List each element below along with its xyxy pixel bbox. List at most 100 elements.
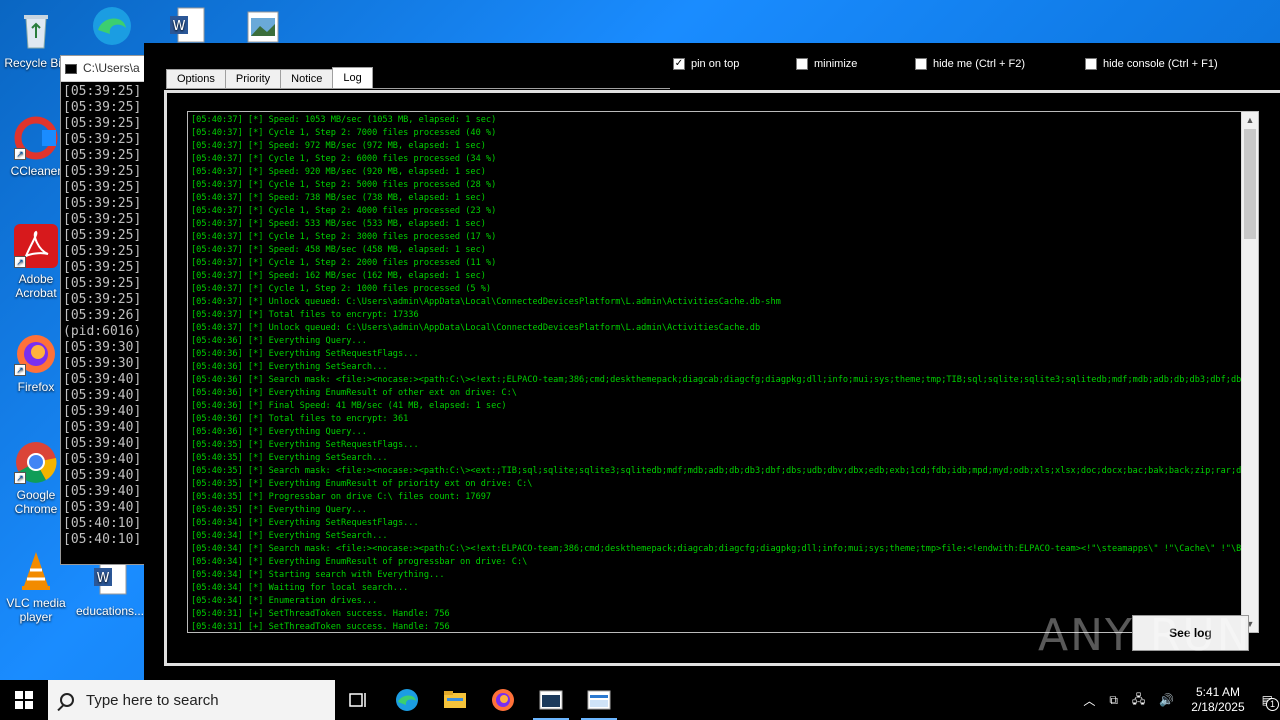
pin-on-top-label: pin on top (691, 58, 740, 70)
pin-on-top-checkbox[interactable]: ✓ pin on top (673, 58, 739, 70)
console-line: [05:39:40] (63, 436, 142, 451)
log-scrollbar[interactable]: ▲ ▼ (1241, 112, 1258, 632)
console-line: [05:39:40] (63, 420, 142, 435)
notification-count: 1 (1266, 698, 1279, 711)
log-line: [05:40:36] [*] Everything Query... (191, 427, 367, 437)
log-textbox[interactable]: [05:40:37] [*] Speed: 1053 MB/sec (1053 … (187, 111, 1259, 633)
log-line: [05:40:36] [*] Everything Query... (191, 336, 367, 346)
taskbar: Type here to search ︿ ⧉ 🖧 🔊 5:41 AM 2/18… (0, 680, 1280, 720)
log-line: [05:40:34] [*] Waiting for local search.… (191, 583, 409, 593)
image-file-icon (240, 4, 284, 48)
tray-app-icon[interactable]: ⧉ (1109, 693, 1118, 708)
network-icon[interactable]: 🖧 (1132, 690, 1145, 711)
taskbar-edge[interactable] (383, 680, 431, 720)
console-output: [05:39:25] [05:39:25] [05:39:25] [05:39:25]… (61, 82, 145, 548)
log-line: [05:40:34] [*] Enumeration drives... (191, 596, 378, 606)
log-line: [05:40:36] [*] Everything EnumResult of … (191, 388, 517, 398)
tab-bar: Options Priority Notice Log (166, 67, 373, 89)
console-line: [05:39:25] (63, 84, 142, 99)
log-line: [05:40:37] [*] Speed: 738 MB/sec (738 MB… (191, 193, 486, 203)
tray-clock[interactable]: 5:41 AM 2/18/2025 (1191, 685, 1244, 715)
recycle-bin-icon (14, 8, 58, 52)
console-line: [05:39:25] (63, 100, 142, 115)
log-line: [05:40:37] [*] Cycle 1, Step 2: 3000 fil… (191, 232, 497, 242)
taskbar-console-app[interactable] (527, 680, 575, 720)
ransomware-app-window: Options Priority Notice Log ✓ pin on top… (144, 43, 1280, 691)
taskbar-file-explorer[interactable] (431, 680, 479, 720)
desktop-icon-edge[interactable] (76, 4, 148, 52)
hide-console-label: hide console (Ctrl + F1) (1103, 58, 1218, 70)
console-line: (pid:6016) (63, 324, 142, 339)
log-line: [05:40:36] [*] Final Speed: 41 MB/sec (4… (191, 401, 507, 411)
tab-log[interactable]: Log (332, 67, 373, 89)
log-line: [05:40:35] [*] Progressbar on drive C:\ … (191, 492, 492, 502)
notification-center-icon[interactable]: ▤1 (1262, 693, 1279, 711)
tray-overflow-chevron-icon[interactable]: ︿ (1083, 692, 1095, 709)
console-line: [05:39:40] (63, 404, 142, 419)
checkbox-unchecked-icon (1085, 58, 1097, 70)
log-line: [05:40:34] [*] Starting search with Ever… (191, 570, 445, 580)
checkbox-unchecked-icon (915, 58, 927, 70)
log-line: [05:40:36] [*] Everything SetSearch... (191, 362, 388, 372)
desktop-icon-label: VLC media player (6, 596, 66, 624)
console-line: [05:39:26] (63, 308, 142, 323)
hide-me-checkbox[interactable]: hide me (Ctrl + F2) (915, 58, 1025, 70)
taskbar-firefox[interactable] (479, 680, 527, 720)
console-window[interactable]: C:\Users\a [05:39:25] [05:39:25] [05:39:25… (60, 55, 146, 565)
search-placeholder: Type here to search (86, 691, 219, 709)
edge-icon (396, 689, 418, 711)
console-app-icon (539, 690, 563, 710)
log-line: [05:40:34] [*] Everything EnumResult of … (191, 557, 528, 567)
firefox-icon (492, 689, 514, 711)
vlc-icon (14, 548, 58, 592)
task-view-button[interactable] (335, 680, 383, 720)
log-line: [05:40:35] [*] Everything SetRequestFlag… (191, 440, 419, 450)
log-line: [05:40:36] [*] Search mask: <file:><noca… (191, 375, 1258, 385)
scroll-thumb[interactable] (1244, 129, 1256, 239)
tab-options[interactable]: Options (166, 69, 226, 89)
console-line: [05:40:10] (63, 532, 142, 547)
console-line: [05:39:30] (63, 356, 142, 371)
log-line: [05:40:37] [*] Speed: 458 MB/sec (458 MB… (191, 245, 486, 255)
svg-text:W: W (173, 19, 186, 34)
taskbar-ransom-app[interactable] (575, 680, 623, 720)
console-app-icon (65, 63, 77, 74)
console-line: [05:39:25] (63, 228, 142, 243)
volume-icon[interactable]: 🔊 (1159, 693, 1174, 707)
console-line: [05:39:40] (63, 484, 142, 499)
clock-date: 2/18/2025 (1191, 700, 1245, 714)
log-lines: [05:40:37] [*] Speed: 1053 MB/sec (1053 … (188, 112, 1258, 632)
log-line: [05:40:37] [*] Cycle 1, Step 2: 5000 fil… (191, 180, 497, 190)
folder-icon (444, 691, 466, 708)
word-doc-icon: W (164, 4, 208, 48)
tab-priority[interactable]: Priority (224, 69, 282, 89)
start-button[interactable] (0, 680, 48, 720)
taskbar-search-box[interactable]: Type here to search (48, 680, 335, 720)
log-line: [05:40:35] [*] Everything EnumResult of … (191, 479, 533, 489)
log-line: [05:40:36] [*] Everything SetRequestFlag… (191, 349, 419, 359)
log-line: [05:40:37] [*] Speed: 162 MB/sec (162 MB… (191, 271, 486, 281)
console-line: [05:39:25] (63, 148, 142, 163)
console-line: [05:39:40] (63, 372, 142, 387)
console-title: C:\Users\a (83, 61, 140, 75)
chrome-icon: ↗ (14, 440, 58, 484)
checkbox-checked-icon: ✓ (673, 58, 685, 70)
log-line: [05:40:37] [*] Total files to encrypt: 1… (191, 310, 419, 320)
log-line: [05:40:37] [*] Speed: 533 MB/sec (533 MB… (191, 219, 486, 229)
shortcut-arrow-icon: ↗ (14, 256, 26, 268)
console-line: [05:39:25] (63, 180, 142, 195)
hide-console-checkbox[interactable]: hide console (Ctrl + F1) (1085, 58, 1218, 70)
console-titlebar[interactable]: C:\Users\a (61, 56, 145, 82)
windows-logo-icon (15, 691, 33, 709)
log-line: [05:40:34] [*] Search mask: <file:><noca… (191, 544, 1258, 554)
scroll-up-icon[interactable]: ▲ (1242, 112, 1258, 128)
tab-notice[interactable]: Notice (280, 69, 334, 89)
log-line: [05:40:36] [*] Total files to encrypt: 3… (191, 414, 409, 424)
log-line: [05:40:37] [*] Speed: 920 MB/sec (920 MB… (191, 167, 486, 177)
desktop-icon-educations[interactable]: W educations... (74, 556, 146, 618)
console-line: [05:39:40] (63, 468, 142, 483)
minimize-checkbox[interactable]: minimize (796, 58, 857, 70)
search-icon (60, 693, 74, 707)
console-line: [05:39:40] (63, 452, 142, 467)
console-line: [05:39:25] (63, 196, 142, 211)
